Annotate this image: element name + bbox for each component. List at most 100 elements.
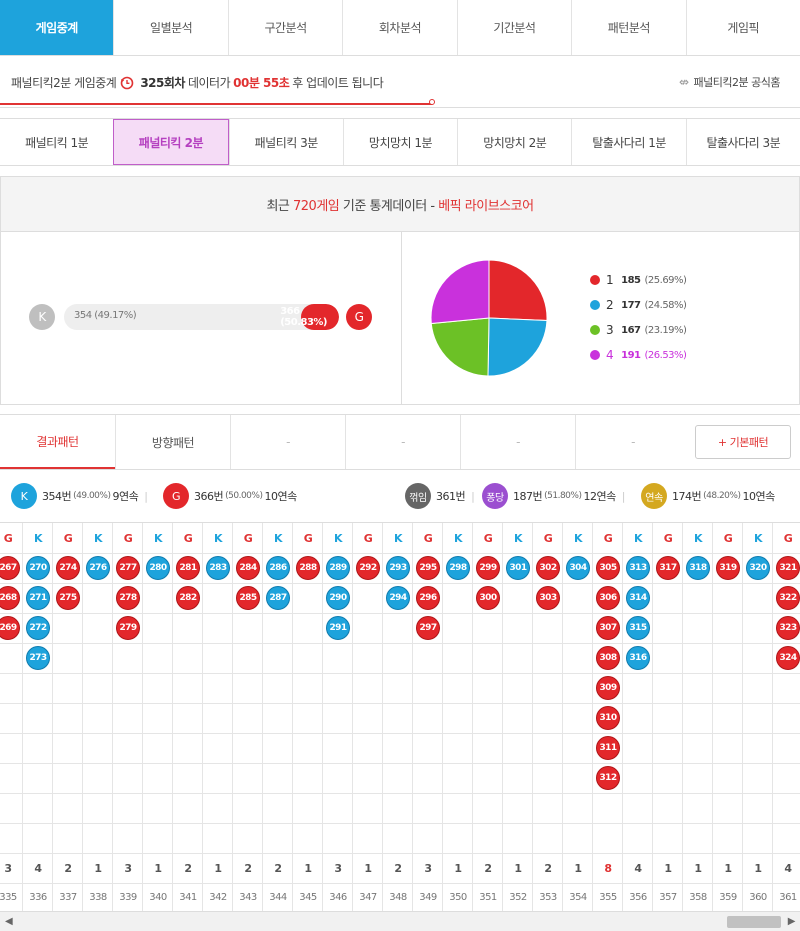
pattern-cell bbox=[563, 733, 593, 763]
pattern-cell bbox=[383, 643, 413, 673]
pattern-cell bbox=[263, 673, 293, 703]
g-circle-icon: G bbox=[346, 304, 372, 330]
pattern-cell bbox=[203, 643, 233, 673]
statistics-panel: 최근 720게임 기준 통계데이터 - 베픽 라이브스코어 K 354 (49.… bbox=[0, 176, 800, 405]
streak-count: 2 bbox=[263, 853, 293, 883]
round-number: 339 bbox=[113, 883, 143, 911]
streak-count: 2 bbox=[473, 853, 503, 883]
pattern-tab-5[interactable]: - bbox=[575, 415, 690, 469]
pattern-cell bbox=[173, 643, 203, 673]
pattern-cell bbox=[203, 673, 233, 703]
top-tab-3[interactable]: 회차분석 bbox=[342, 0, 457, 55]
column-header: G bbox=[783, 531, 793, 545]
pattern-column: K 270 271 272 273 4 336 bbox=[23, 523, 53, 911]
game-tab-5[interactable]: 탈출사다리 1분 bbox=[571, 119, 685, 165]
pattern-cell bbox=[473, 673, 503, 703]
pattern-cell bbox=[323, 703, 353, 733]
top-tab-1[interactable]: 일별분석 bbox=[113, 0, 228, 55]
pattern-tab-2[interactable]: - bbox=[230, 415, 345, 469]
summary-tong: 퐁당 187번 (51.80%) 12연속 | bbox=[482, 483, 625, 509]
pattern-column: G 267 268 269 3 335 bbox=[0, 523, 23, 911]
basic-pattern-button[interactable]: + 기본패턴 bbox=[695, 425, 791, 459]
pattern-cell bbox=[203, 763, 233, 793]
pattern-cell bbox=[683, 613, 713, 643]
round-number: 349 bbox=[413, 883, 443, 911]
pattern-cell bbox=[113, 793, 143, 823]
game-tab-2[interactable]: 패널티킥 3분 bbox=[228, 119, 343, 165]
pattern-cell bbox=[593, 793, 623, 823]
game-tab-6[interactable]: 탈출사다리 3분 bbox=[685, 119, 800, 165]
kkeok-summary-icon: 꺾임 bbox=[405, 483, 431, 509]
pattern-cell bbox=[473, 823, 503, 853]
round-number: 337 bbox=[53, 883, 83, 911]
pattern-column: G 317 1 357 bbox=[653, 523, 683, 911]
scrollbar-thumb[interactable] bbox=[727, 916, 781, 928]
pattern-cell bbox=[293, 823, 323, 853]
pattern-cell bbox=[773, 733, 800, 763]
pattern-cell bbox=[83, 733, 113, 763]
round-number: 336 bbox=[23, 883, 53, 911]
horizontal-scrollbar[interactable]: ◀ ▶ bbox=[0, 911, 800, 931]
pattern-cell bbox=[293, 583, 323, 613]
summary-yeon: 연속 174번 (48.20%) 10연속 bbox=[641, 483, 775, 509]
result-ball: 297 bbox=[416, 616, 440, 640]
round-number: 359 bbox=[713, 883, 743, 911]
pattern-cell bbox=[0, 763, 23, 793]
result-ball: 274 bbox=[56, 556, 80, 580]
streak-count: 3 bbox=[323, 853, 353, 883]
pattern-tab-0[interactable]: 결과패턴 bbox=[0, 415, 115, 469]
pattern-cell bbox=[443, 793, 473, 823]
pattern-cell bbox=[233, 703, 263, 733]
pattern-cell bbox=[143, 643, 173, 673]
pattern-cell bbox=[563, 673, 593, 703]
pattern-cell bbox=[653, 763, 683, 793]
game-tab-3[interactable]: 망치망치 1분 bbox=[342, 119, 457, 165]
pattern-cell bbox=[293, 613, 323, 643]
official-home-link[interactable]: ⇎ 패널티킥2분 공식홈 bbox=[679, 74, 781, 90]
result-ball: 275 bbox=[56, 586, 80, 610]
column-header: G bbox=[543, 531, 553, 545]
pattern-cell bbox=[353, 823, 383, 853]
pattern-cell bbox=[443, 733, 473, 763]
streak-count: 2 bbox=[233, 853, 263, 883]
top-tab-5[interactable]: 패턴분석 bbox=[571, 0, 686, 55]
column-header: G bbox=[3, 531, 13, 545]
legend-dot-icon bbox=[590, 325, 600, 335]
pattern-cell bbox=[203, 613, 233, 643]
pattern-cell bbox=[53, 673, 83, 703]
pattern-cell bbox=[443, 673, 473, 703]
result-ball: 295 bbox=[416, 556, 440, 580]
pattern-column: K 313 314 315 316 4 356 bbox=[623, 523, 653, 911]
pattern-cell bbox=[653, 583, 683, 613]
streak-count: 3 bbox=[0, 853, 23, 883]
pattern-tab-4[interactable]: - bbox=[460, 415, 575, 469]
pattern-cell bbox=[293, 673, 323, 703]
k-summary-pct: (49.00%) bbox=[73, 491, 111, 501]
streak-count: 2 bbox=[53, 853, 83, 883]
pattern-cell bbox=[323, 643, 353, 673]
result-ball: 308 bbox=[596, 646, 620, 670]
countdown-time: 00분 55초 bbox=[233, 76, 290, 90]
result-ball: 307 bbox=[596, 616, 620, 640]
top-tab-0[interactable]: 게임중계 bbox=[0, 0, 114, 55]
pattern-cell bbox=[233, 673, 263, 703]
scroll-right-arrow-icon[interactable]: ▶ bbox=[788, 916, 796, 927]
top-tab-4[interactable]: 기간분석 bbox=[456, 0, 572, 55]
pattern-tab-3[interactable]: - bbox=[345, 415, 460, 469]
column-header: G bbox=[303, 531, 313, 545]
pattern-cell bbox=[323, 793, 353, 823]
top-tab-6[interactable]: 게임픽 bbox=[685, 0, 800, 55]
pattern-cell bbox=[443, 763, 473, 793]
game-tab-4[interactable]: 망치망치 2분 bbox=[457, 119, 571, 165]
scroll-left-arrow-icon[interactable]: ◀ bbox=[5, 916, 13, 927]
pattern-cell bbox=[173, 613, 203, 643]
pattern-cell bbox=[203, 823, 233, 853]
pattern-cell bbox=[23, 793, 53, 823]
legend-count: 177 bbox=[621, 299, 641, 311]
top-tab-2[interactable]: 구간분석 bbox=[227, 0, 343, 55]
pattern-cell bbox=[533, 733, 563, 763]
pattern-tab-1[interactable]: 방향패턴 bbox=[115, 415, 230, 469]
game-tab-1[interactable]: 패널티킥 2분 bbox=[113, 119, 229, 165]
pattern-cell bbox=[0, 703, 23, 733]
game-tab-0[interactable]: 패널티킥 1분 bbox=[0, 119, 113, 165]
